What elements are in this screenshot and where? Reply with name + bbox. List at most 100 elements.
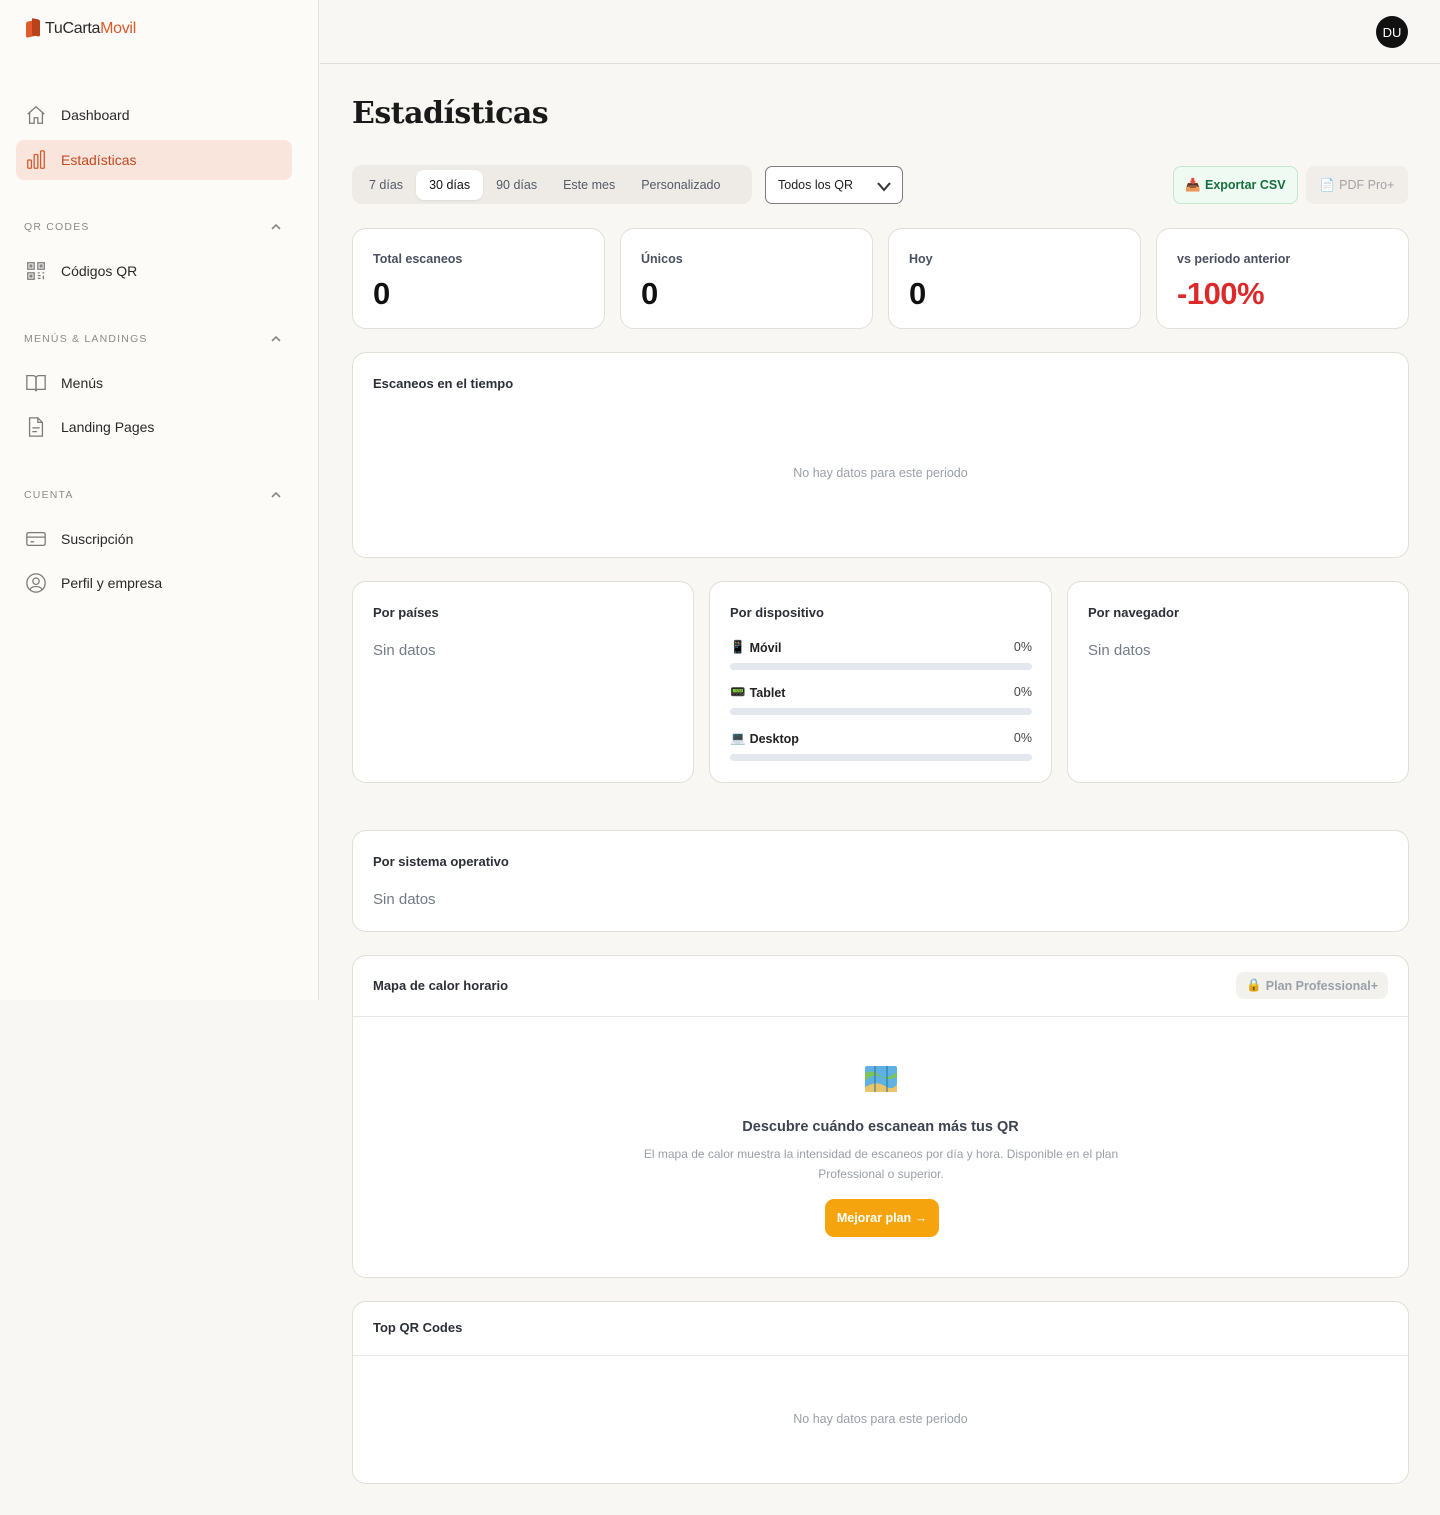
range-custom[interactable]: Personalizado bbox=[628, 170, 733, 200]
stat-card-vs-previous: vs periodo anterior -100% bbox=[1156, 228, 1409, 329]
lock-icon: 🔒 bbox=[1246, 978, 1262, 992]
device-percent: 0% bbox=[1013, 640, 1032, 654]
stat-card-unique: Únicos 0 bbox=[620, 228, 873, 329]
device-label: Desktop bbox=[749, 731, 799, 746]
range-90-days[interactable]: 90 días bbox=[483, 170, 550, 200]
device-label: Tablet bbox=[749, 685, 786, 700]
stat-card-total-scans: Total escaneos 0 bbox=[352, 228, 605, 329]
card-title: Escaneos en el tiempo bbox=[373, 376, 514, 391]
divider bbox=[353, 1355, 1408, 1356]
stat-label: Únicos bbox=[641, 252, 683, 266]
brand-name-part2: Movil bbox=[100, 20, 136, 37]
date-range-selector: 7 días 30 días 90 días Este mes Personal… bbox=[352, 165, 752, 204]
sidebar-item-menus[interactable]: Menús bbox=[16, 363, 292, 403]
range-30-days[interactable]: 30 días bbox=[416, 169, 484, 200]
divider bbox=[353, 1016, 1408, 1017]
sidebar-item-label: Landing Pages bbox=[61, 419, 155, 435]
empty-message: No hay datos para este periodo bbox=[793, 466, 968, 480]
export-csv-button[interactable]: 📥 Exportar CSV bbox=[1173, 166, 1298, 204]
avatar[interactable]: DU bbox=[1376, 16, 1408, 48]
brand-name-part1: TuCarta bbox=[45, 20, 101, 37]
device-label: Móvil bbox=[749, 640, 782, 655]
mobile-phone-icon: 📱 bbox=[730, 640, 746, 654]
stat-value: 0 bbox=[909, 276, 927, 311]
card-title: Mapa de calor horario bbox=[373, 978, 509, 993]
device-percent: 0% bbox=[1013, 685, 1032, 699]
tablet-icon: 📟 bbox=[730, 685, 746, 699]
sidebar-item-label: Códigos QR bbox=[61, 263, 138, 279]
document-icon: 📄 bbox=[1319, 177, 1336, 192]
stat-value: -100% bbox=[1177, 276, 1265, 311]
sidebar-item-label: Perfil y empresa bbox=[61, 575, 163, 591]
chevron-up-icon bbox=[271, 223, 281, 230]
sidebar-item-label: Menús bbox=[61, 375, 104, 391]
heatmap-cta-description: El mapa de calor muestra la intensidad d… bbox=[643, 1147, 1119, 1181]
book-open-icon bbox=[26, 375, 46, 392]
page-title: Estadísticas bbox=[352, 96, 549, 131]
sidebar: TuCartaMovil Dashboard Estadísticas QR C… bbox=[0, 0, 319, 1000]
empty-message: Sin datos bbox=[1088, 642, 1151, 659]
sidebar-item-label: Estadísticas bbox=[61, 152, 137, 168]
section-menus-landings[interactable]: MENÚS & LANDINGS bbox=[24, 333, 284, 345]
upgrade-plan-button[interactable]: Mejorar plan → bbox=[825, 1199, 939, 1237]
map-icon bbox=[865, 1066, 897, 1092]
sidebar-item-label: Dashboard bbox=[61, 107, 130, 123]
qr-select-value: Todos los QR bbox=[778, 178, 854, 192]
plan-badge: 🔒 Plan Professional+ bbox=[1236, 972, 1388, 999]
sidebar-item-suscripcion[interactable]: Suscripción bbox=[16, 519, 292, 559]
export-pdf-button[interactable]: 📄 PDF Pro+ bbox=[1306, 166, 1408, 204]
empty-message: No hay datos para este periodo bbox=[793, 1412, 968, 1426]
device-row-mobile: 📱 Móvil 0% bbox=[730, 640, 1032, 670]
empty-message: Sin datos bbox=[373, 891, 436, 908]
range-this-month[interactable]: Este mes bbox=[550, 170, 628, 200]
stat-label: vs periodo anterior bbox=[1177, 252, 1291, 266]
top-qr-card: Top QR Codes No hay datos para este peri… bbox=[352, 1301, 1409, 1484]
card-title: Por navegador bbox=[1088, 605, 1180, 620]
range-7-days[interactable]: 7 días bbox=[356, 170, 416, 200]
card-title: Por sistema operativo bbox=[373, 854, 509, 869]
heatmap-card: Mapa de calor horario 🔒 Plan Professiona… bbox=[352, 955, 1409, 1278]
home-icon bbox=[27, 105, 45, 124]
device-row-desktop: 💻 Desktop 0% bbox=[730, 731, 1032, 761]
sidebar-item-codigos-qr[interactable]: Códigos QR bbox=[16, 251, 292, 291]
sidebar-item-label: Suscripción bbox=[61, 531, 134, 547]
card-title: Por países bbox=[373, 605, 439, 620]
sidebar-item-estadisticas[interactable]: Estadísticas bbox=[16, 140, 292, 180]
sidebar-item-dashboard[interactable]: Dashboard bbox=[16, 95, 292, 135]
stat-label: Total escaneos bbox=[373, 252, 463, 266]
brand-logo[interactable]: TuCartaMovil bbox=[26, 18, 136, 39]
credit-card-icon bbox=[26, 531, 46, 547]
device-percent: 0% bbox=[1013, 731, 1032, 745]
chevron-down-icon bbox=[877, 182, 891, 192]
empty-message: Sin datos bbox=[373, 642, 436, 659]
timeline-card: Escaneos en el tiempo No hay datos para … bbox=[352, 352, 1409, 558]
file-icon bbox=[28, 417, 44, 437]
section-qr-codes[interactable]: QR CODES bbox=[24, 221, 284, 233]
card-title: Por dispositivo bbox=[730, 605, 824, 620]
qr-filter-select[interactable]: Todos los QR bbox=[765, 166, 903, 204]
stat-value: 0 bbox=[373, 276, 391, 311]
chevron-up-icon bbox=[271, 491, 281, 498]
sidebar-item-landing-pages[interactable]: Landing Pages bbox=[16, 407, 292, 447]
card-title: Top QR Codes bbox=[373, 1320, 463, 1335]
device-progress-bar bbox=[730, 708, 1032, 715]
stat-card-today: Hoy 0 bbox=[888, 228, 1141, 329]
sidebar-item-perfil-empresa[interactable]: Perfil y empresa bbox=[16, 563, 292, 603]
qr-code-icon bbox=[27, 262, 45, 280]
device-progress-bar bbox=[730, 754, 1032, 761]
inbox-tray-icon: 📥 bbox=[1185, 177, 1201, 192]
topbar: DU bbox=[320, 0, 1440, 64]
stat-value: 0 bbox=[641, 276, 659, 311]
bar-chart-icon bbox=[27, 150, 45, 169]
logo-icon bbox=[26, 18, 41, 39]
browsers-card: Por navegador Sin datos bbox=[1067, 581, 1409, 783]
chevron-up-icon bbox=[271, 335, 281, 342]
stat-label: Hoy bbox=[909, 252, 933, 266]
device-row-tablet: 📟 Tablet 0% bbox=[730, 685, 1032, 715]
devices-card: Por dispositivo 📱 Móvil 0% 📟 Tablet 0% 💻 De… bbox=[709, 581, 1052, 783]
countries-card: Por países Sin datos bbox=[352, 581, 694, 783]
heatmap-cta-title: Descubre cuándo escanean más tus QR bbox=[742, 1119, 1019, 1135]
user-circle-icon bbox=[26, 573, 46, 593]
os-card: Por sistema operativo Sin datos bbox=[352, 830, 1409, 932]
section-cuenta[interactable]: CUENTA bbox=[24, 489, 284, 501]
